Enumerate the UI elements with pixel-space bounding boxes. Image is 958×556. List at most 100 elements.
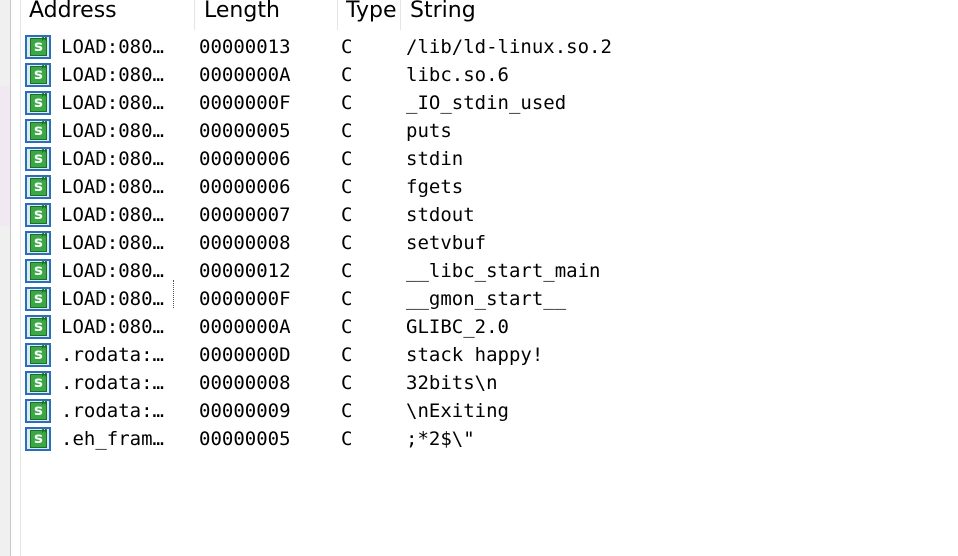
string-literal-icon: s” <box>25 231 51 255</box>
column-divider[interactable] <box>400 0 401 30</box>
cell-length: 00000005 <box>199 428 291 450</box>
cell-string: puts <box>406 120 452 142</box>
cell-length: 00000008 <box>199 232 291 254</box>
string-row[interactable]: s” LOAD:080… 00000008 Csetvbuf <box>21 229 958 257</box>
cell-type: C <box>341 120 353 142</box>
string-row[interactable]: s” .eh_fram… 00000005 C ;*2$\" <box>21 425 958 453</box>
cell-address: LOAD:080… <box>61 120 164 142</box>
cell-length: 0000000A <box>199 64 291 86</box>
quote-glyph: ” <box>40 63 48 76</box>
cell-length: 00000006 <box>199 148 291 170</box>
cell-string: GLIBC_2.0 <box>406 316 509 338</box>
cell-address: LOAD:080… <box>61 92 164 114</box>
column-divider[interactable] <box>337 0 338 30</box>
cell-address: .rodata:… <box>61 372 164 394</box>
string-row[interactable]: s” LOAD:080… 0000000A Clibc.so.6 <box>21 61 958 89</box>
column-header-string[interactable]: String <box>410 0 610 25</box>
string-row[interactable]: s” LOAD:080… 0000000A C GLIBC_2.0 <box>21 313 958 341</box>
quote-glyph: ” <box>40 35 48 48</box>
cell-type: C <box>341 288 353 310</box>
cell-length: 00000013 <box>199 36 291 58</box>
cell-type: C <box>341 36 353 58</box>
cell-string: /lib/ld-linux.so.2 <box>406 36 612 58</box>
column-header: Address Length Type String <box>21 0 958 30</box>
cell-address: .rodata:… <box>61 400 164 422</box>
string-literal-icon: s” <box>25 35 51 59</box>
cell-length: 00000008 <box>199 372 291 394</box>
column-header-type[interactable]: Type <box>346 0 399 25</box>
cell-string: fgets <box>406 176 464 198</box>
string-row[interactable]: s” LOAD:080… 00000005 Cputs <box>21 117 958 145</box>
cell-string: libc.so.6 <box>406 64 509 86</box>
string-row[interactable]: s” .rodata:… 00000008 C 32bits\n <box>21 369 958 397</box>
cell-type: C <box>341 260 353 282</box>
string-literal-icon: s” <box>25 343 51 367</box>
string-row[interactable]: s” LOAD:080… 0000000F C _IO_stdin_used <box>21 89 958 117</box>
cell-type: C <box>341 316 353 338</box>
cell-length: 00000009 <box>199 400 291 422</box>
cell-address: LOAD:080… <box>61 232 164 254</box>
string-row[interactable]: s” LOAD:080… 0000000F C __gmon_start__ <box>21 285 958 313</box>
cell-length: 00000006 <box>199 176 291 198</box>
gutter-highlight <box>0 86 10 226</box>
column-header-address[interactable]: Address <box>29 0 189 25</box>
string-literal-icon: s” <box>25 259 51 283</box>
cell-string: \nExiting <box>406 400 509 422</box>
string-literal-icon: s” <box>25 203 51 227</box>
cell-length: 0000000F <box>199 288 291 310</box>
string-row[interactable]: s” LOAD:080… 00000012 C __libc_start_main <box>21 257 958 285</box>
string-row[interactable]: s” LOAD:080… 00000006 Cstdin <box>21 145 958 173</box>
string-literal-icon: s” <box>25 287 51 311</box>
string-row[interactable]: s” LOAD:080… 00000013 C/lib/ld-linux.so.2 <box>21 33 958 61</box>
cell-type: C <box>341 232 353 254</box>
cell-string: 32bits\n <box>406 372 498 394</box>
quote-glyph: ” <box>40 287 48 300</box>
string-literal-icon: s” <box>25 427 51 451</box>
cell-type: C <box>341 428 353 450</box>
cell-type: C <box>341 204 353 226</box>
cell-type: C <box>341 92 353 114</box>
cell-length: 0000000F <box>199 92 291 114</box>
cell-string: __gmon_start__ <box>406 288 567 310</box>
cell-type: C <box>341 176 353 198</box>
cell-address: LOAD:080… <box>61 288 164 310</box>
cell-string: stdout <box>406 204 475 226</box>
string-row[interactable]: s” .rodata:… 0000000D Cstack happy! <box>21 341 958 369</box>
quote-glyph: ” <box>40 147 48 160</box>
cell-address: LOAD:080… <box>61 204 164 226</box>
column-header-length[interactable]: Length <box>204 0 334 25</box>
string-literal-icon: s” <box>25 399 51 423</box>
cell-type: C <box>341 344 353 366</box>
string-row[interactable]: s” LOAD:080… 00000007 Cstdout <box>21 201 958 229</box>
string-row[interactable]: s” .rodata:… 00000009 C \nExiting <box>21 397 958 425</box>
cell-length: 0000000A <box>199 316 291 338</box>
cell-length: 00000005 <box>199 120 291 142</box>
cell-string: __libc_start_main <box>406 260 601 282</box>
cell-address: LOAD:080… <box>61 260 164 282</box>
string-literal-icon: s” <box>25 371 51 395</box>
quote-glyph: ” <box>40 427 48 440</box>
quote-glyph: ” <box>40 119 48 132</box>
quote-glyph: ” <box>40 231 48 244</box>
string-literal-icon: s” <box>25 315 51 339</box>
string-literal-icon: s” <box>25 147 51 171</box>
quote-glyph: ” <box>40 175 48 188</box>
strings-window: Address Length Type String s” LOAD:080… 00… <box>0 0 958 556</box>
string-literal-icon: s” <box>25 119 51 143</box>
cell-type: C <box>341 372 353 394</box>
quote-glyph: ” <box>40 91 48 104</box>
cell-string: stdin <box>406 148 464 170</box>
cell-length: 00000007 <box>199 204 291 226</box>
string-row[interactable]: s” LOAD:080… 00000006 Cfgets <box>21 173 958 201</box>
quote-glyph: ” <box>40 343 48 356</box>
focus-cursor <box>173 280 175 308</box>
string-literal-icon: s” <box>25 63 51 87</box>
cell-address: LOAD:080… <box>61 316 164 338</box>
cell-length: 0000000D <box>199 344 291 366</box>
cell-address: LOAD:080… <box>61 148 164 170</box>
gutter-divider <box>10 0 11 556</box>
string-literal-icon: s” <box>25 91 51 115</box>
cell-type: C <box>341 64 353 86</box>
column-divider[interactable] <box>194 0 195 30</box>
cell-type: C <box>341 148 353 170</box>
